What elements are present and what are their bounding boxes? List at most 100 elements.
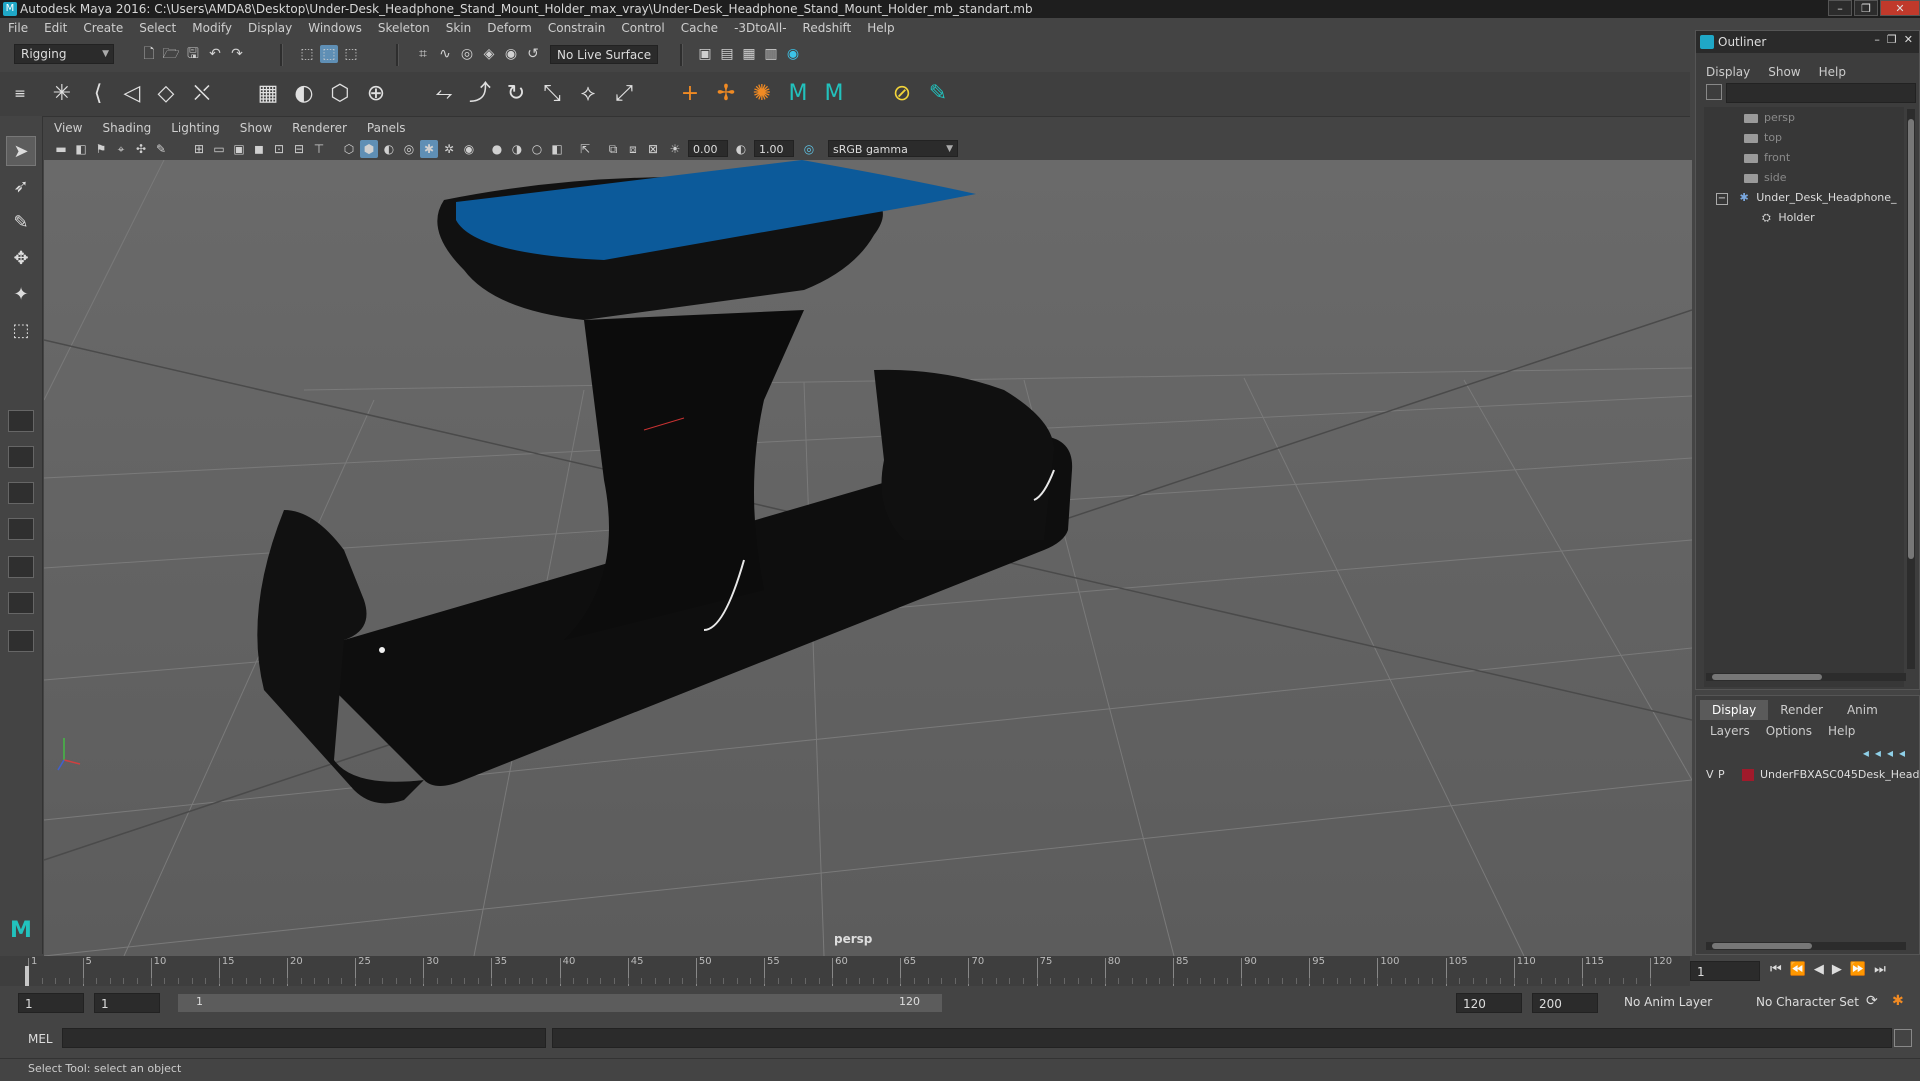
- menu-cache[interactable]: Cache: [673, 21, 726, 35]
- render-settings-icon[interactable]: ▦: [740, 45, 758, 63]
- snap-surface-icon[interactable]: ◉: [502, 45, 520, 63]
- safe-action-icon[interactable]: ⊟: [290, 140, 308, 158]
- paint-tool-icon[interactable]: ✎: [924, 80, 952, 108]
- playback-buttons[interactable]: ⏮⏪◀▶⏩⏭: [1770, 962, 1894, 977]
- paint-select-icon[interactable]: ✎: [6, 208, 36, 238]
- new-scene-icon[interactable]: 🗋: [140, 45, 158, 63]
- custom-layout-icon[interactable]: [8, 630, 34, 652]
- panel-menu-panels[interactable]: Panels: [357, 121, 416, 135]
- save-scene-icon[interactable]: 🖫: [184, 45, 202, 63]
- playback-end-field[interactable]: 120: [1456, 993, 1522, 1013]
- parent-constraint-icon[interactable]: ⟡: [574, 80, 602, 108]
- menu-windows[interactable]: Windows: [300, 21, 370, 35]
- collapse-toggle[interactable]: −: [1716, 193, 1728, 205]
- single-perspective-layout-icon[interactable]: [8, 410, 34, 432]
- outliner-vertical-scrollbar[interactable]: [1907, 109, 1915, 669]
- layers-menu-help[interactable]: Help: [1828, 724, 1855, 738]
- field-chart-icon[interactable]: ⊡: [270, 140, 288, 158]
- wireframe-on-shaded-icon[interactable]: ◐: [380, 140, 398, 158]
- outliner-item-group[interactable]: − ✱ Under_Desk_Headphone_: [1716, 189, 1897, 207]
- scale-constraint-icon[interactable]: ⤡: [538, 80, 566, 108]
- grid-icon[interactable]: ⊞: [190, 140, 208, 158]
- bookmark-icon[interactable]: ⚑: [92, 140, 110, 158]
- layer-color-swatch[interactable]: [1742, 769, 1754, 781]
- panel-menu-renderer[interactable]: Renderer: [282, 121, 357, 135]
- film-gate-icon[interactable]: ▭: [210, 140, 228, 158]
- camera-attributes-icon[interactable]: ◧: [72, 140, 90, 158]
- wire-icon[interactable]: ⊕: [362, 80, 390, 108]
- outliner-item-holder[interactable]: ⛭ Holder: [1762, 209, 1815, 227]
- safe-title-icon[interactable]: ⊤: [310, 140, 328, 158]
- exposure-icon[interactable]: ☀: [666, 140, 684, 158]
- menu-edit[interactable]: Edit: [36, 21, 75, 35]
- menu-control[interactable]: Control: [613, 21, 672, 35]
- anti-aliasing-icon[interactable]: ○: [528, 140, 546, 158]
- current-time-indicator[interactable]: [25, 966, 29, 986]
- panel-menu-shading[interactable]: Shading: [92, 121, 161, 135]
- menu-deform[interactable]: Deform: [479, 21, 540, 35]
- menu-set-dropdown[interactable]: Rigging ▼: [14, 44, 114, 64]
- snap-curve-icon[interactable]: ∿: [436, 45, 454, 63]
- ipr-render-icon[interactable]: ▤: [718, 45, 736, 63]
- tab-render[interactable]: Render: [1768, 700, 1835, 720]
- shelf-options-icon[interactable]: ≡: [6, 80, 34, 108]
- outliner-item-top[interactable]: top: [1744, 129, 1782, 147]
- outliner-item-side[interactable]: side: [1744, 169, 1787, 187]
- image-plane-icon[interactable]: ⌖: [112, 140, 130, 158]
- character-set-dropdown[interactable]: No Character Set: [1756, 995, 1859, 1009]
- layer-playback-toggle[interactable]: P: [1718, 766, 1725, 784]
- tab-anim[interactable]: Anim: [1835, 700, 1890, 720]
- gamma-field[interactable]: 1.00: [754, 140, 794, 157]
- snap-point-icon[interactable]: ◎: [458, 45, 476, 63]
- auto-key-icon[interactable]: ⟳: [1866, 993, 1878, 1009]
- pole-vector-icon[interactable]: ⤢: [610, 80, 638, 108]
- outliner-layout-icon[interactable]: [8, 592, 34, 614]
- isolate-select-icon[interactable]: ⇱: [576, 140, 594, 158]
- textured-icon[interactable]: ◎: [400, 140, 418, 158]
- restore-button[interactable]: ❐: [1854, 0, 1878, 16]
- muscle-icon[interactable]: M: [784, 80, 812, 108]
- tab-display[interactable]: Display: [1700, 700, 1769, 720]
- layers-horizontal-scrollbar[interactable]: [1706, 942, 1906, 950]
- aim-constraint-icon[interactable]: ⤴: [466, 80, 494, 108]
- preferences-icon[interactable]: ✱: [1892, 993, 1904, 1009]
- snap-grid-icon[interactable]: ⌗: [414, 45, 432, 63]
- render-view-icon[interactable]: ◉: [784, 45, 802, 63]
- range-bar[interactable]: 1 120: [178, 994, 942, 1012]
- render-frame-icon[interactable]: ▣: [696, 45, 714, 63]
- outliner-item-persp[interactable]: persp: [1744, 109, 1795, 127]
- two-pane-layout-icon[interactable]: [8, 556, 34, 578]
- live-surface-field[interactable]: No Live Surface: [550, 45, 658, 64]
- menu-3dtoall[interactable]: -3DtoAll-: [726, 21, 794, 35]
- panel-menu-show[interactable]: Show: [230, 121, 282, 135]
- locator-icon[interactable]: +: [676, 80, 704, 108]
- anim-layer-dropdown[interactable]: No Anim Layer: [1624, 995, 1712, 1009]
- menu-skin[interactable]: Skin: [438, 21, 480, 35]
- animation-start-field[interactable]: 1: [18, 993, 84, 1013]
- depth-of-field-icon[interactable]: ◧: [548, 140, 566, 158]
- two-d-pan-icon[interactable]: ✣: [132, 140, 150, 158]
- menu-modify[interactable]: Modify: [184, 21, 240, 35]
- outliner-horizontal-scrollbar[interactable]: [1706, 673, 1906, 681]
- snap-live-icon[interactable]: ↺: [524, 45, 542, 63]
- gate-mask-icon[interactable]: ◼: [250, 140, 268, 158]
- select-tool-icon[interactable]: ➤: [6, 136, 36, 166]
- redo-icon[interactable]: ↷: [228, 45, 246, 63]
- layer-action-icons[interactable]: ◂◂◂◂: [1863, 746, 1911, 760]
- lasso-tool-icon[interactable]: ➶: [6, 172, 36, 202]
- joint-tool-icon[interactable]: ✳: [48, 80, 76, 108]
- undo-icon[interactable]: ↶: [206, 45, 224, 63]
- rotate-tool-icon[interactable]: ✦: [6, 280, 36, 310]
- menu-file[interactable]: File: [0, 21, 36, 35]
- layer-visibility-toggle[interactable]: V: [1706, 766, 1714, 784]
- search-filter-icon[interactable]: [1706, 84, 1722, 100]
- lattice-icon[interactable]: ▦: [254, 80, 282, 108]
- xray-icon[interactable]: ◉: [460, 140, 478, 158]
- command-input[interactable]: [62, 1028, 546, 1048]
- point-constraint-icon[interactable]: ⥊: [430, 80, 458, 108]
- open-scene-icon[interactable]: 🗁: [162, 45, 180, 63]
- exposure-field[interactable]: 0.00: [688, 140, 728, 157]
- hud-icon[interactable]: ⊠: [644, 140, 662, 158]
- cluster-icon[interactable]: ◐: [290, 80, 318, 108]
- outliner-item-front[interactable]: front: [1744, 149, 1790, 167]
